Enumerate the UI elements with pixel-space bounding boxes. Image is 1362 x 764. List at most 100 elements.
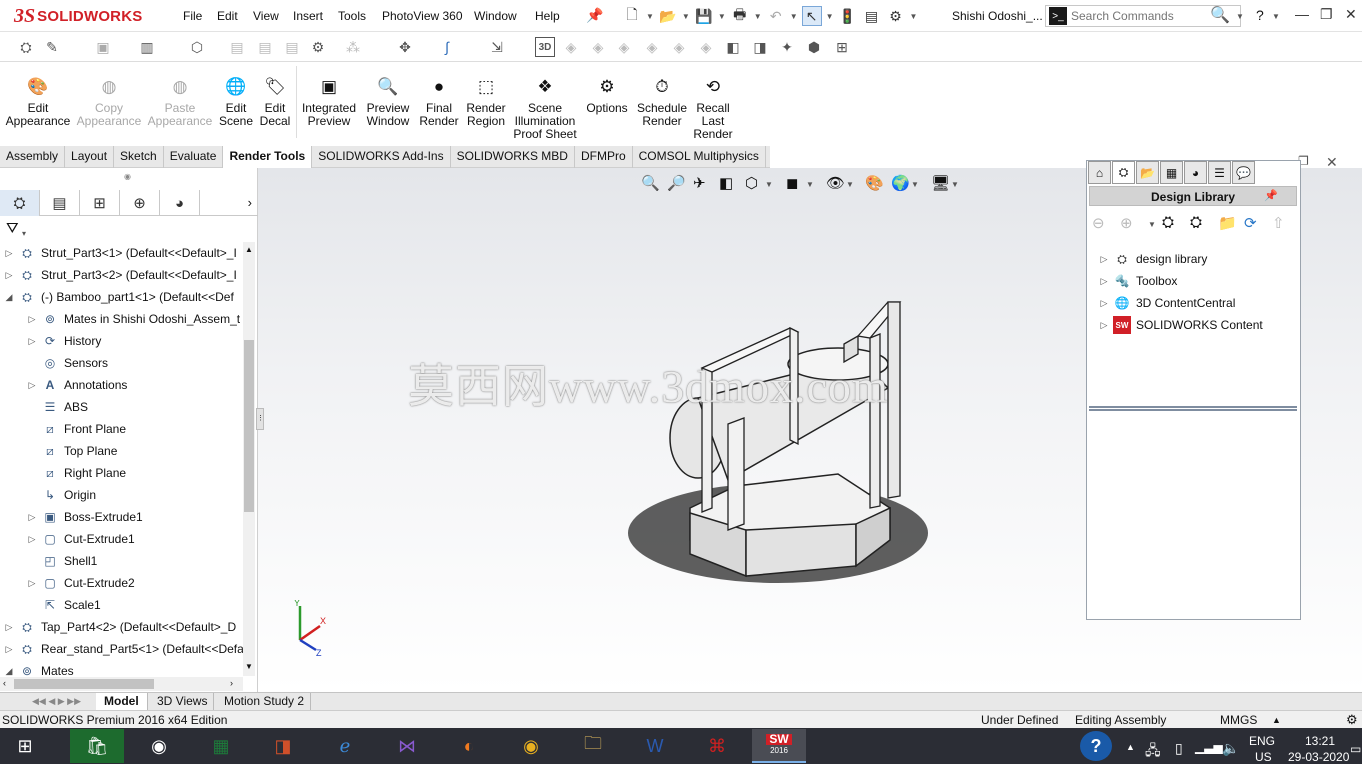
tab-solidworks-addins[interactable]: SOLIDWORKS Add-Ins (312, 146, 451, 168)
expand-arrow-icon[interactable]: ▷ (1097, 254, 1111, 265)
paste-appearance-button[interactable]: ◍ Paste Appearance (148, 74, 213, 128)
chevron-down-icon[interactable]: ▼ (646, 12, 654, 21)
menu-view[interactable]: View (253, 9, 279, 23)
undo-icon[interactable]: ↶ (766, 6, 786, 26)
tab-feature-manager[interactable]: ⛭ (0, 190, 40, 216)
battery-icon[interactable]: ▯ (1175, 740, 1183, 757)
expand-arrow-icon[interactable]: ▷ (2, 248, 16, 259)
tree-item[interactable]: ▷ ⛭ Rear_stand_Part5<1> (Default<<Defa (0, 638, 244, 660)
tab-appearances[interactable]: ◕ (1184, 161, 1207, 184)
chevron-down-icon[interactable]: ▼ (911, 180, 919, 189)
forward-arrow-icon[interactable]: ⊕ (1120, 214, 1133, 232)
expand-arrow-icon[interactable]: ▷ (25, 512, 39, 523)
collapse-arrow-icon[interactable]: ◢ (2, 292, 16, 303)
edit-component-icon[interactable]: ✎ (42, 37, 62, 57)
tree-item[interactable]: ⧄ Front Plane (25, 418, 126, 440)
chevron-down-icon[interactable]: ▼ (826, 12, 834, 21)
expand-arrow-icon[interactable]: ▷ (1097, 320, 1111, 331)
solidworks-logo[interactable]: 3S SOLIDWORKS (14, 4, 142, 28)
tree-item[interactable]: ◢ ⛭ (-) Bamboo_part1<1> (Default<<Def (0, 286, 244, 308)
gear-icon[interactable]: ⚙ (886, 6, 906, 26)
zoom-to-area-icon[interactable]: 🔎 (667, 174, 686, 192)
menu-file[interactable]: File (183, 9, 202, 23)
tree-item[interactable]: ◎ Sensors (25, 352, 108, 374)
chevron-down-icon[interactable]: ▼ (1272, 12, 1280, 21)
chevron-down-icon[interactable]: ▼ (1236, 12, 1244, 21)
tree-item[interactable]: ☰ ABS (25, 396, 88, 418)
expand-arrow-icon[interactable]: ▷ (2, 622, 16, 633)
tab-configuration-manager[interactable]: ⊞ (80, 190, 120, 216)
edit-decal-button[interactable]: 🏷 Edit Decal (258, 74, 292, 128)
insert-component-icon[interactable]: ▣ (93, 37, 113, 57)
cube-icon[interactable]: ⬡ (187, 37, 207, 57)
tab-comsol[interactable]: COMSOL Multiphysics (633, 146, 766, 168)
menu-edit[interactable]: Edit (217, 9, 238, 23)
expand-arrow-icon[interactable]: ▷ (2, 644, 16, 655)
tab-dimxpert-manager[interactable]: ⊕ (120, 190, 160, 216)
expand-arrow-icon[interactable]: ▷ (1097, 298, 1111, 309)
chevron-down-icon[interactable]: ▼ (846, 180, 854, 189)
expand-arrow-icon[interactable]: ▷ (25, 314, 39, 325)
tab-model[interactable]: Model (96, 693, 148, 711)
view-orientation-icon[interactable]: ⬡ (745, 174, 758, 192)
tree-item[interactable]: ⧄ Right Plane (25, 462, 126, 484)
chevron-right-icon[interactable]: › (200, 190, 258, 215)
tree-item[interactable]: ↳ Origin (25, 484, 96, 506)
restore-icon[interactable]: ❐ (1320, 6, 1333, 23)
search-input[interactable] (1071, 9, 1211, 23)
copy-appearance-button[interactable]: ◍ Copy Appearance (77, 74, 142, 128)
tree-item[interactable]: ⇱ Scale1 (25, 594, 101, 616)
tree-item[interactable]: ▷ ⊚ Mates in Shishi Odoshi_Assem_t (25, 308, 241, 330)
tab-dfmpro[interactable]: DFMPro (575, 146, 633, 168)
help-button[interactable]: ? (1256, 7, 1264, 23)
render-region-button[interactable]: ⬚ Render Region (463, 74, 509, 128)
design-library-item[interactable]: ▷ 🌐 3D ContentCentral (1097, 292, 1236, 314)
chrome-icon[interactable]: ◉ (504, 729, 558, 763)
tab-solidworks-resources[interactable]: ⌂ (1088, 161, 1111, 184)
windows-start-icon[interactable]: ⊞ (0, 729, 50, 763)
tree-item[interactable]: ▷ ⛭ Tap_Part4<2> (Default<<Default>_D (0, 616, 244, 638)
component-icon[interactable]: ▥ (137, 37, 157, 57)
panel-grip-icon[interactable]: ◉ (124, 172, 131, 181)
solidworks-taskbar-icon[interactable]: SW 2016 (752, 729, 806, 763)
options-gear-icon[interactable]: ⚙ (1346, 711, 1358, 729)
menu-insert[interactable]: Insert (293, 9, 323, 23)
firefox-icon[interactable]: ◐ (442, 729, 496, 763)
zoom-to-fit-icon[interactable]: 🔍 (641, 174, 660, 192)
notification-icon[interactable]: ▭ (1350, 742, 1361, 756)
chevron-down-icon[interactable]: ▼ (806, 180, 814, 189)
expand-arrow-icon[interactable]: ▷ (25, 336, 39, 347)
mate-icon[interactable]: ⊞ (832, 37, 852, 57)
collapse-arrow-icon[interactable]: ◢ (2, 666, 16, 677)
volume-icon[interactable]: 🔈 (1222, 740, 1239, 757)
chevron-up-icon[interactable]: ▲ (1126, 742, 1135, 752)
create-folder-icon[interactable]: 📁 (1218, 214, 1237, 232)
panel-splitter-handle[interactable]: ⋮ (256, 408, 264, 430)
tab-evaluate[interactable]: Evaluate (164, 146, 224, 168)
visual-studio-icon[interactable]: ⋈ (380, 729, 434, 763)
tab-custom-properties[interactable]: ☰ (1208, 161, 1231, 184)
expand-arrow-icon[interactable]: ▷ (25, 578, 39, 589)
print-icon[interactable]: 🖶 (730, 6, 750, 26)
tree-item[interactable]: ⧄ Top Plane (25, 440, 117, 462)
tab-property-manager[interactable]: ▤ (40, 190, 80, 216)
tab-3d-views[interactable]: 3D Views (151, 693, 215, 711)
unit-system[interactable]: MMGS (1220, 711, 1257, 729)
tab-render-tools[interactable]: Render Tools (223, 146, 313, 168)
menu-window[interactable]: Window (474, 9, 517, 23)
design-library-item[interactable]: ▷ SW SOLIDWORKS Content (1097, 314, 1263, 336)
back-arrow-icon[interactable]: ⊖ (1092, 214, 1105, 232)
menu-help[interactable]: Help (535, 9, 560, 23)
camera-app-icon[interactable]: ◉ (132, 729, 186, 763)
refresh-icon[interactable]: ⟳ (1244, 214, 1257, 232)
view-settings-icon[interactable]: 🖥 (931, 174, 950, 192)
tree-hscrollbar-thumb[interactable] (14, 679, 154, 689)
gear-cube-icon[interactable]: ⚙ (308, 37, 328, 57)
smart-fastener-icon[interactable]: ∫ (437, 37, 457, 57)
section-tool-icon[interactable]: ◨ (750, 37, 770, 57)
tab-sketch[interactable]: Sketch (114, 146, 164, 168)
box-icon[interactable]: ⬢ (804, 37, 824, 57)
pin-icon[interactable]: 📌 (1264, 189, 1278, 202)
edit-scene-button[interactable]: 🌐 Edit Scene (218, 74, 254, 128)
final-render-button[interactable]: ● Final Render (419, 74, 459, 128)
